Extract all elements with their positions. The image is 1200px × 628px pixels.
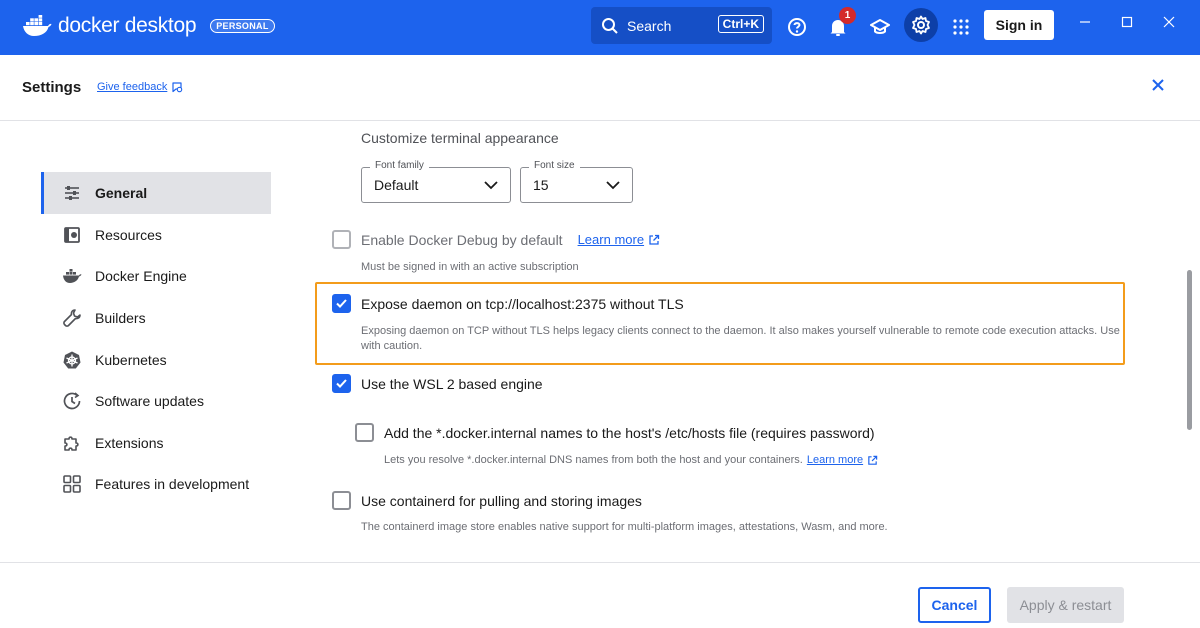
expose-daemon-description: Exposing daemon on TCP without TLS helps… xyxy=(361,325,1120,352)
sliders-icon xyxy=(61,182,83,204)
docker-logo: docker desktop PERSONAL xyxy=(22,14,275,38)
search-shortcut: Ctrl+K xyxy=(717,15,764,33)
minimize-icon xyxy=(1080,21,1090,23)
help-button[interactable] xyxy=(783,13,811,41)
notification-count-badge: 1 xyxy=(839,7,856,24)
sidebar-item-label: Docker Engine xyxy=(95,268,187,285)
sidebar-item-docker-engine[interactable]: Docker Engine xyxy=(41,256,271,298)
search-icon xyxy=(602,17,618,34)
apps-grid-icon xyxy=(953,19,969,35)
checkmark-icon xyxy=(336,379,347,388)
sidebar-item-features-in-development[interactable]: Features in development xyxy=(41,464,271,506)
external-link-icon xyxy=(868,455,878,465)
wrench-icon xyxy=(61,307,83,329)
debug-learn-more-link[interactable]: Learn more xyxy=(578,232,644,247)
cancel-button[interactable]: Cancel xyxy=(918,587,991,623)
maximize-button[interactable] xyxy=(1117,15,1137,31)
sidebar-item-resources[interactable]: Resources xyxy=(41,214,271,256)
puzzle-icon xyxy=(61,432,83,454)
grid-icon xyxy=(61,473,83,495)
help-icon xyxy=(788,18,806,36)
maximize-icon xyxy=(1121,16,1133,28)
internal-names-checkbox[interactable] xyxy=(355,423,374,442)
checkmark-icon xyxy=(336,299,347,308)
page-title: Settings xyxy=(22,79,82,96)
font-size-label: Font size xyxy=(529,160,580,171)
debug-label: Enable Docker Debug by default xyxy=(361,231,563,248)
settings-footer: Cancel Apply & restart xyxy=(0,562,1200,628)
expose-daemon-label: Expose daemon on tcp://localhost:2375 wi… xyxy=(361,295,684,312)
debug-description: Must be signed in with an active subscri… xyxy=(361,261,579,273)
graduation-cap-icon xyxy=(870,19,890,34)
apps-grid-button[interactable] xyxy=(947,13,975,41)
internal-names-setting: Add the *.docker.internal names to the h… xyxy=(355,423,875,442)
containerd-checkbox[interactable] xyxy=(332,491,351,510)
sidebar-item-kubernetes[interactable]: Kubernetes xyxy=(41,339,271,381)
debug-setting: Enable Docker Debug by default Learn mor… xyxy=(332,230,660,249)
give-feedback-label: Give feedback xyxy=(97,81,168,93)
helm-icon xyxy=(61,349,83,371)
learning-center-button[interactable] xyxy=(866,13,894,41)
font-family-select[interactable]: Font family Default xyxy=(361,160,511,203)
app-name: docker desktop xyxy=(58,14,197,37)
sidebar-item-label: Features in development xyxy=(95,476,250,493)
font-family-label: Font family xyxy=(370,160,429,171)
sidebar-item-general[interactable]: General xyxy=(41,172,271,214)
clock-update-icon xyxy=(61,390,83,412)
sidebar-item-label: Software updates xyxy=(95,393,204,410)
close-icon xyxy=(1163,16,1175,28)
sidebar-item-label: Kubernetes xyxy=(95,351,167,368)
font-size-value: 15 xyxy=(533,177,549,193)
close-settings-button[interactable] xyxy=(1148,75,1168,95)
font-size-select[interactable]: Font size 15 xyxy=(520,160,633,203)
apply-restart-button[interactable]: Apply & restart xyxy=(1007,587,1124,623)
minimize-button[interactable] xyxy=(1075,15,1095,31)
sidebar-item-software-updates[interactable]: Software updates xyxy=(41,380,271,422)
external-link-icon xyxy=(649,234,660,245)
whale-logo-icon xyxy=(23,15,52,36)
feedback-icon xyxy=(172,82,183,93)
settings-sidebar: General Resources Docker Engine Builders… xyxy=(41,172,271,505)
sign-in-button[interactable]: Sign in xyxy=(984,10,1054,40)
expose-daemon-setting: Expose daemon on tcp://localhost:2375 wi… xyxy=(332,294,684,313)
sidebar-item-label: Resources xyxy=(95,226,162,243)
internal-names-description-row: Lets you resolve *.docker.internal DNS n… xyxy=(384,453,878,468)
search-bar[interactable]: Search Ctrl+K xyxy=(591,7,772,44)
gear-icon xyxy=(912,15,930,35)
font-family-value: Default xyxy=(374,177,419,193)
wsl2-checkbox[interactable] xyxy=(332,374,351,393)
sidebar-item-extensions[interactable]: Extensions xyxy=(41,422,271,464)
close-icon xyxy=(1152,79,1164,91)
expose-daemon-checkbox[interactable] xyxy=(332,294,351,313)
containerd-description: The containerd image store enables nativ… xyxy=(361,521,888,533)
sidebar-item-builders[interactable]: Builders xyxy=(41,297,271,339)
give-feedback-link[interactable]: Give feedback xyxy=(97,81,183,93)
settings-content: Customize terminal appearance Font famil… xyxy=(330,122,1185,562)
wsl2-setting: Use the WSL 2 based engine xyxy=(332,374,543,393)
sidebar-item-label: Extensions xyxy=(95,434,164,451)
containerd-label: Use containerd for pulling and storing i… xyxy=(361,492,642,509)
internal-names-learn-more-link[interactable]: Learn more xyxy=(807,453,863,468)
sidebar-item-label: General xyxy=(95,185,148,201)
sidebar-item-label: Builders xyxy=(95,309,146,326)
settings-button[interactable] xyxy=(904,8,938,42)
content-scrollbar[interactable] xyxy=(1187,122,1193,562)
containerd-setting: Use containerd for pulling and storing i… xyxy=(332,491,642,510)
internal-names-description: Lets you resolve *.docker.internal DNS n… xyxy=(384,454,803,466)
chevron-down-icon xyxy=(606,181,620,190)
search-label: Search xyxy=(627,17,672,34)
chevron-down-icon xyxy=(484,181,498,190)
wsl2-label: Use the WSL 2 based engine xyxy=(361,375,543,392)
debug-checkbox[interactable] xyxy=(332,230,351,249)
internal-names-label: Add the *.docker.internal names to the h… xyxy=(384,424,875,441)
title-bar: docker desktop PERSONAL Search Ctrl+K 1 … xyxy=(0,0,1200,55)
resources-icon xyxy=(61,224,83,246)
plan-badge: PERSONAL xyxy=(210,19,275,33)
settings-header: Settings Give feedback xyxy=(0,55,1200,121)
whale-icon xyxy=(61,265,83,287)
terminal-section-title: Customize terminal appearance xyxy=(361,130,559,146)
window-close-button[interactable] xyxy=(1159,15,1179,31)
scrollbar-thumb[interactable] xyxy=(1187,270,1192,430)
